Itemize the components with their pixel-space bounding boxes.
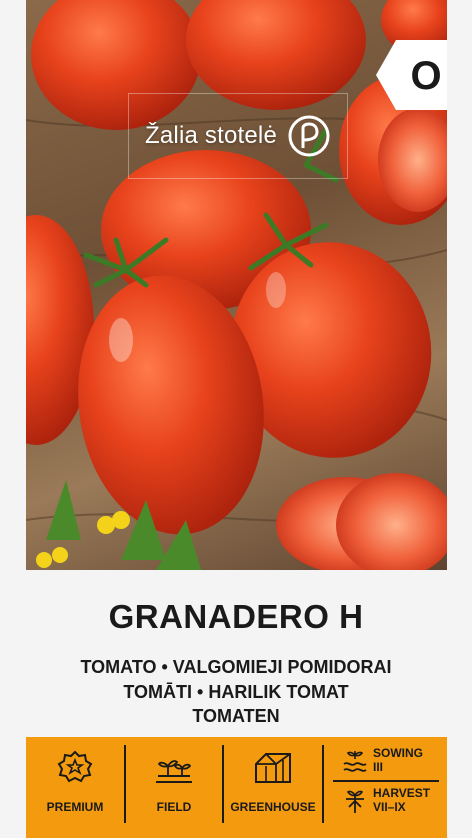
divider bbox=[322, 745, 324, 823]
names-line-2: TOMĀTI • HARILIK TOMAT bbox=[123, 681, 349, 702]
brand-name: Žalia stotelė bbox=[145, 122, 277, 149]
harvest-label: HARVEST bbox=[373, 786, 431, 800]
divider bbox=[333, 780, 439, 782]
feature-greenhouse: GREENHOUSE bbox=[224, 737, 322, 838]
product-names: TOMATO • VALGOMIEJI POMIDORAI TOMĀTI • H… bbox=[0, 655, 472, 729]
award-icon bbox=[57, 750, 93, 783]
harvest-info: HARVEST VII–IX bbox=[373, 786, 430, 814]
badge-letter: O bbox=[410, 53, 442, 98]
features-bar: PREMIUM FIELD GREENHOUSE SOWING III HARV… bbox=[26, 737, 447, 838]
sowing-label: SOWING bbox=[373, 746, 423, 760]
feature-field-label: FIELD bbox=[156, 800, 192, 814]
feature-greenhouse-label: GREENHOUSE bbox=[230, 800, 316, 814]
category-badge: O bbox=[376, 40, 447, 110]
leaf-logo-icon bbox=[288, 115, 330, 157]
feature-premium-label: PREMIUM bbox=[46, 800, 104, 814]
harvest-icon bbox=[346, 790, 364, 813]
sowing-icon bbox=[343, 751, 367, 772]
feature-premium: PREMIUM bbox=[26, 737, 124, 838]
names-line-1: TOMATO • VALGOMIEJI POMIDORAI bbox=[80, 657, 392, 677]
product-title: GRANADERO H bbox=[108, 598, 364, 635]
sprout-icon bbox=[156, 760, 192, 783]
feature-field: FIELD bbox=[126, 737, 222, 838]
sowing-info: SOWING III bbox=[373, 746, 423, 774]
brand-logo-box: Žalia stotelė bbox=[128, 93, 348, 179]
greenhouse-icon bbox=[255, 753, 291, 783]
harvest-value: VII–IX bbox=[373, 800, 406, 814]
names-line-3: TOMATEN bbox=[192, 706, 280, 726]
sowing-value: III bbox=[373, 760, 384, 774]
